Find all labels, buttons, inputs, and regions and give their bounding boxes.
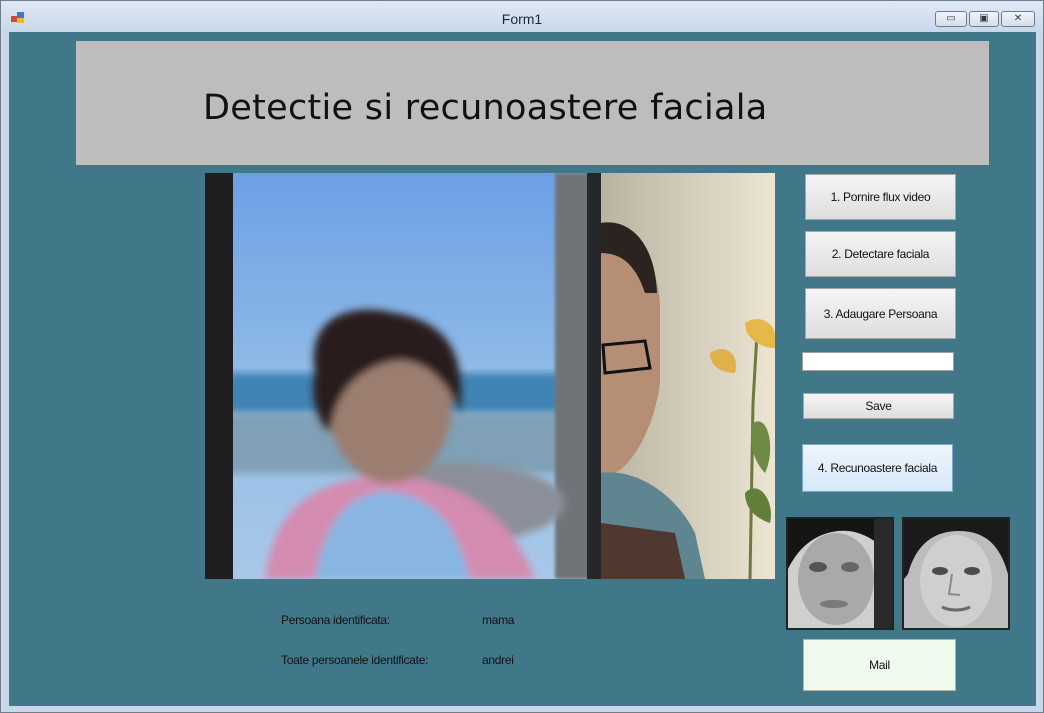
start-video-button[interactable]: 1. Pornire flux video — [805, 174, 956, 220]
close-button[interactable]: ✕ — [1001, 11, 1035, 27]
save-button[interactable]: Save — [803, 393, 954, 419]
title-bar[interactable]: Form1 ▭ ▣ ✕ — [1, 1, 1043, 32]
form-client-area: Detectie si recunoastere faciala 1. Porn… — [9, 32, 1036, 706]
window-title: Form1 — [501, 11, 543, 27]
detect-face-button[interactable]: 2. Detectare faciala — [805, 231, 956, 277]
add-person-button[interactable]: 3. Adaugare Persoana — [805, 288, 956, 339]
app-window: Form1 ▭ ▣ ✕ Detectie si recunoastere fac… — [0, 0, 1044, 713]
all-identified-label: Toate persoanele identificate: — [281, 653, 429, 667]
person-name-input[interactable] — [802, 352, 954, 371]
video-feed — [205, 173, 775, 579]
maximize-button[interactable]: ▣ — [969, 11, 999, 27]
identified-person-label: Persoana identificata: — [281, 613, 390, 627]
recognize-face-button[interactable]: 4. Recunoastere faciala — [802, 444, 953, 492]
recognized-face-thumbnail — [902, 517, 1010, 630]
mail-button[interactable]: Mail — [803, 639, 956, 691]
window-bottom-border — [1, 706, 1043, 712]
all-identified-value: andrei — [482, 653, 514, 667]
detected-face-thumbnail — [786, 517, 894, 630]
page-title: Detectie si recunoastere faciala — [203, 88, 768, 128]
identified-person-value: mama — [482, 613, 515, 627]
minimize-button[interactable]: ▭ — [935, 11, 967, 27]
header-panel: Detectie si recunoastere faciala — [76, 41, 989, 165]
